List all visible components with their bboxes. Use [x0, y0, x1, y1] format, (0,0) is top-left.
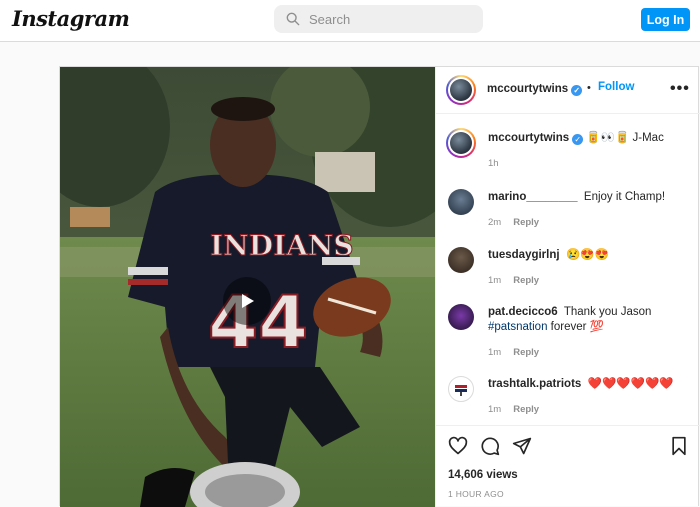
- jersey-team-text: INDIANS: [210, 229, 354, 262]
- commenter-username[interactable]: tuesdaygirlnj: [488, 249, 560, 261]
- caption-time: 1h: [488, 158, 499, 169]
- instagram-logo[interactable]: Instagram: [12, 6, 130, 31]
- commenter-avatar[interactable]: [448, 304, 474, 330]
- commenter-username[interactable]: marino________: [488, 191, 578, 203]
- reply-button[interactable]: Reply: [513, 404, 539, 415]
- comment-text-after: forever 💯: [547, 320, 604, 333]
- verified-badge-icon: ✓: [571, 85, 583, 96]
- caption-username[interactable]: mccourtytwins: [488, 132, 569, 144]
- separator-dot: •: [587, 82, 591, 94]
- flag-logo-icon: [455, 385, 467, 396]
- comment-text: 😢😍😍: [565, 249, 609, 261]
- comment-bubble-icon[interactable]: [480, 436, 500, 456]
- login-button[interactable]: Log In: [641, 8, 690, 31]
- commenter-username[interactable]: trashtalk.patriots: [488, 378, 581, 390]
- view-count[interactable]: 14,606 views: [448, 469, 518, 481]
- commenter-avatar[interactable]: [448, 247, 474, 273]
- reply-button[interactable]: Reply: [513, 275, 539, 286]
- comment-time: 1m: [488, 347, 502, 358]
- caption-text: 🥫👀🥫 J-Mac: [586, 132, 664, 144]
- search-icon: [286, 12, 300, 26]
- comment-time: 2m: [488, 217, 502, 228]
- commenter-avatar[interactable]: [448, 376, 474, 402]
- comment-text: ❤️❤️❤️❤️❤️❤️: [587, 378, 674, 390]
- author-username[interactable]: mccourtytwins ✓: [487, 83, 583, 96]
- comment-time: 1m: [488, 275, 502, 286]
- reply-button[interactable]: Reply: [513, 217, 539, 228]
- post-card: INDIANS 44 mccourtytwins ✓ • Follow ••• …: [59, 66, 700, 507]
- search-box[interactable]: [274, 5, 483, 33]
- post-timestamp[interactable]: 1 HOUR AGO: [448, 489, 504, 499]
- reply-button[interactable]: Reply: [513, 347, 539, 358]
- comment-hashtag-link[interactable]: #patsnation: [488, 321, 547, 333]
- comment-time: 1m: [488, 404, 502, 415]
- caption-avatar[interactable]: [446, 128, 476, 158]
- search-input[interactable]: [309, 11, 469, 27]
- commenter-avatar[interactable]: [448, 189, 474, 215]
- like-heart-icon[interactable]: [448, 436, 468, 456]
- follow-button[interactable]: Follow: [598, 81, 634, 93]
- post-video[interactable]: INDIANS 44: [60, 67, 435, 507]
- author-avatar[interactable]: [446, 75, 476, 105]
- post-header: mccourtytwins ✓ • Follow •••: [436, 67, 700, 114]
- bookmark-save-icon[interactable]: [669, 436, 689, 456]
- play-icon: [242, 294, 254, 308]
- post-side-panel: mccourtytwins ✓ • Follow ••• mccourtytwin…: [435, 67, 700, 507]
- comment-text: Enjoy it Champ!: [583, 191, 666, 203]
- verified-badge-icon: ✓: [572, 134, 584, 145]
- top-navigation-bar: Instagram Log In: [0, 0, 700, 42]
- post-actions: 14,606 views 1 HOUR AGO: [436, 425, 700, 507]
- comment-text: Thank you Jason: [563, 306, 652, 318]
- commenter-username[interactable]: pat.decicco6: [488, 306, 558, 318]
- more-options-icon[interactable]: •••: [670, 80, 690, 98]
- share-send-icon[interactable]: [512, 436, 532, 456]
- play-button[interactable]: [223, 277, 271, 325]
